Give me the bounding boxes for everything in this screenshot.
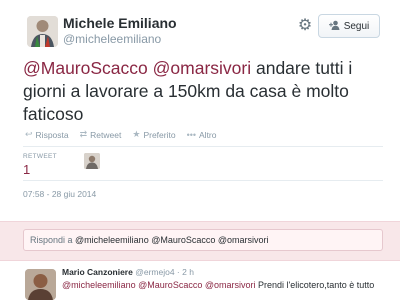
reply-mentions: @micheleemiliano @MauroScacco @omarsivor… (75, 235, 269, 245)
more-label: Altro (199, 129, 217, 140)
profile-name[interactable]: Michele Emiliano (63, 15, 177, 31)
reply-meta[interactable]: @ermejo4 · 2 h (133, 267, 194, 277)
reply-input[interactable]: Rispondi a @micheleemiliano @MauroScacco… (23, 229, 383, 251)
divider (23, 180, 383, 181)
follow-button[interactable]: Segui (318, 14, 380, 38)
retweet-icon: ⇄ (79, 129, 88, 139)
retweet-stat-label: RETWEET (23, 153, 57, 160)
retweet-count[interactable]: 1 (23, 162, 30, 177)
more-icon: ••• (186, 129, 197, 140)
mention-link[interactable]: @MauroScacco (23, 58, 148, 78)
follow-label: Segui (343, 20, 370, 32)
retweet-label: Retweet (90, 129, 122, 140)
add-user-icon (328, 20, 340, 33)
reply-header: Mario Canzoniere @ermejo4 · 2 h (62, 267, 194, 277)
reply-mention-links[interactable]: @micheleemiliano @MauroScacco @omarsivor… (62, 280, 255, 290)
tweet-timestamp: 07:58 - 28 giu 2014 (23, 189, 97, 199)
reply-text: @micheleemiliano @MauroScacco @omarsivor… (62, 280, 374, 290)
reply-author-name[interactable]: Mario Canzoniere (62, 267, 133, 277)
reply-avatar[interactable] (25, 269, 56, 300)
reply-action[interactable]: ↩ Risposta (25, 129, 69, 140)
reply-body: Prendi l'elicotero,tanto è tutto (255, 280, 375, 290)
profile-avatar[interactable] (27, 16, 58, 47)
mention-link[interactable]: @omarsivori (153, 58, 251, 78)
profile-handle[interactable]: @micheleemiliano (63, 32, 161, 46)
reply-icon: ↩ (25, 129, 33, 139)
divider (23, 146, 383, 147)
favorite-action[interactable]: ★ Preferito (132, 129, 175, 140)
favorite-label: Preferito (143, 129, 176, 140)
more-action[interactable]: ••• Altro (187, 130, 217, 140)
reply-label: Risposta (35, 129, 69, 140)
tweet-text: @MauroScacco @omarsivori andare tutti i … (23, 57, 383, 126)
retweet-action[interactable]: ⇄ Retweet (80, 129, 122, 140)
gear-icon[interactable]: ⚙ (297, 18, 313, 34)
star-icon: ★ (132, 129, 141, 139)
reply-prefix: Rispondi a (30, 235, 76, 245)
retweeter-avatar[interactable] (84, 153, 100, 169)
tweet-actions: ↩ Risposta ⇄ Retweet ★ Preferito ••• Alt… (25, 129, 228, 140)
